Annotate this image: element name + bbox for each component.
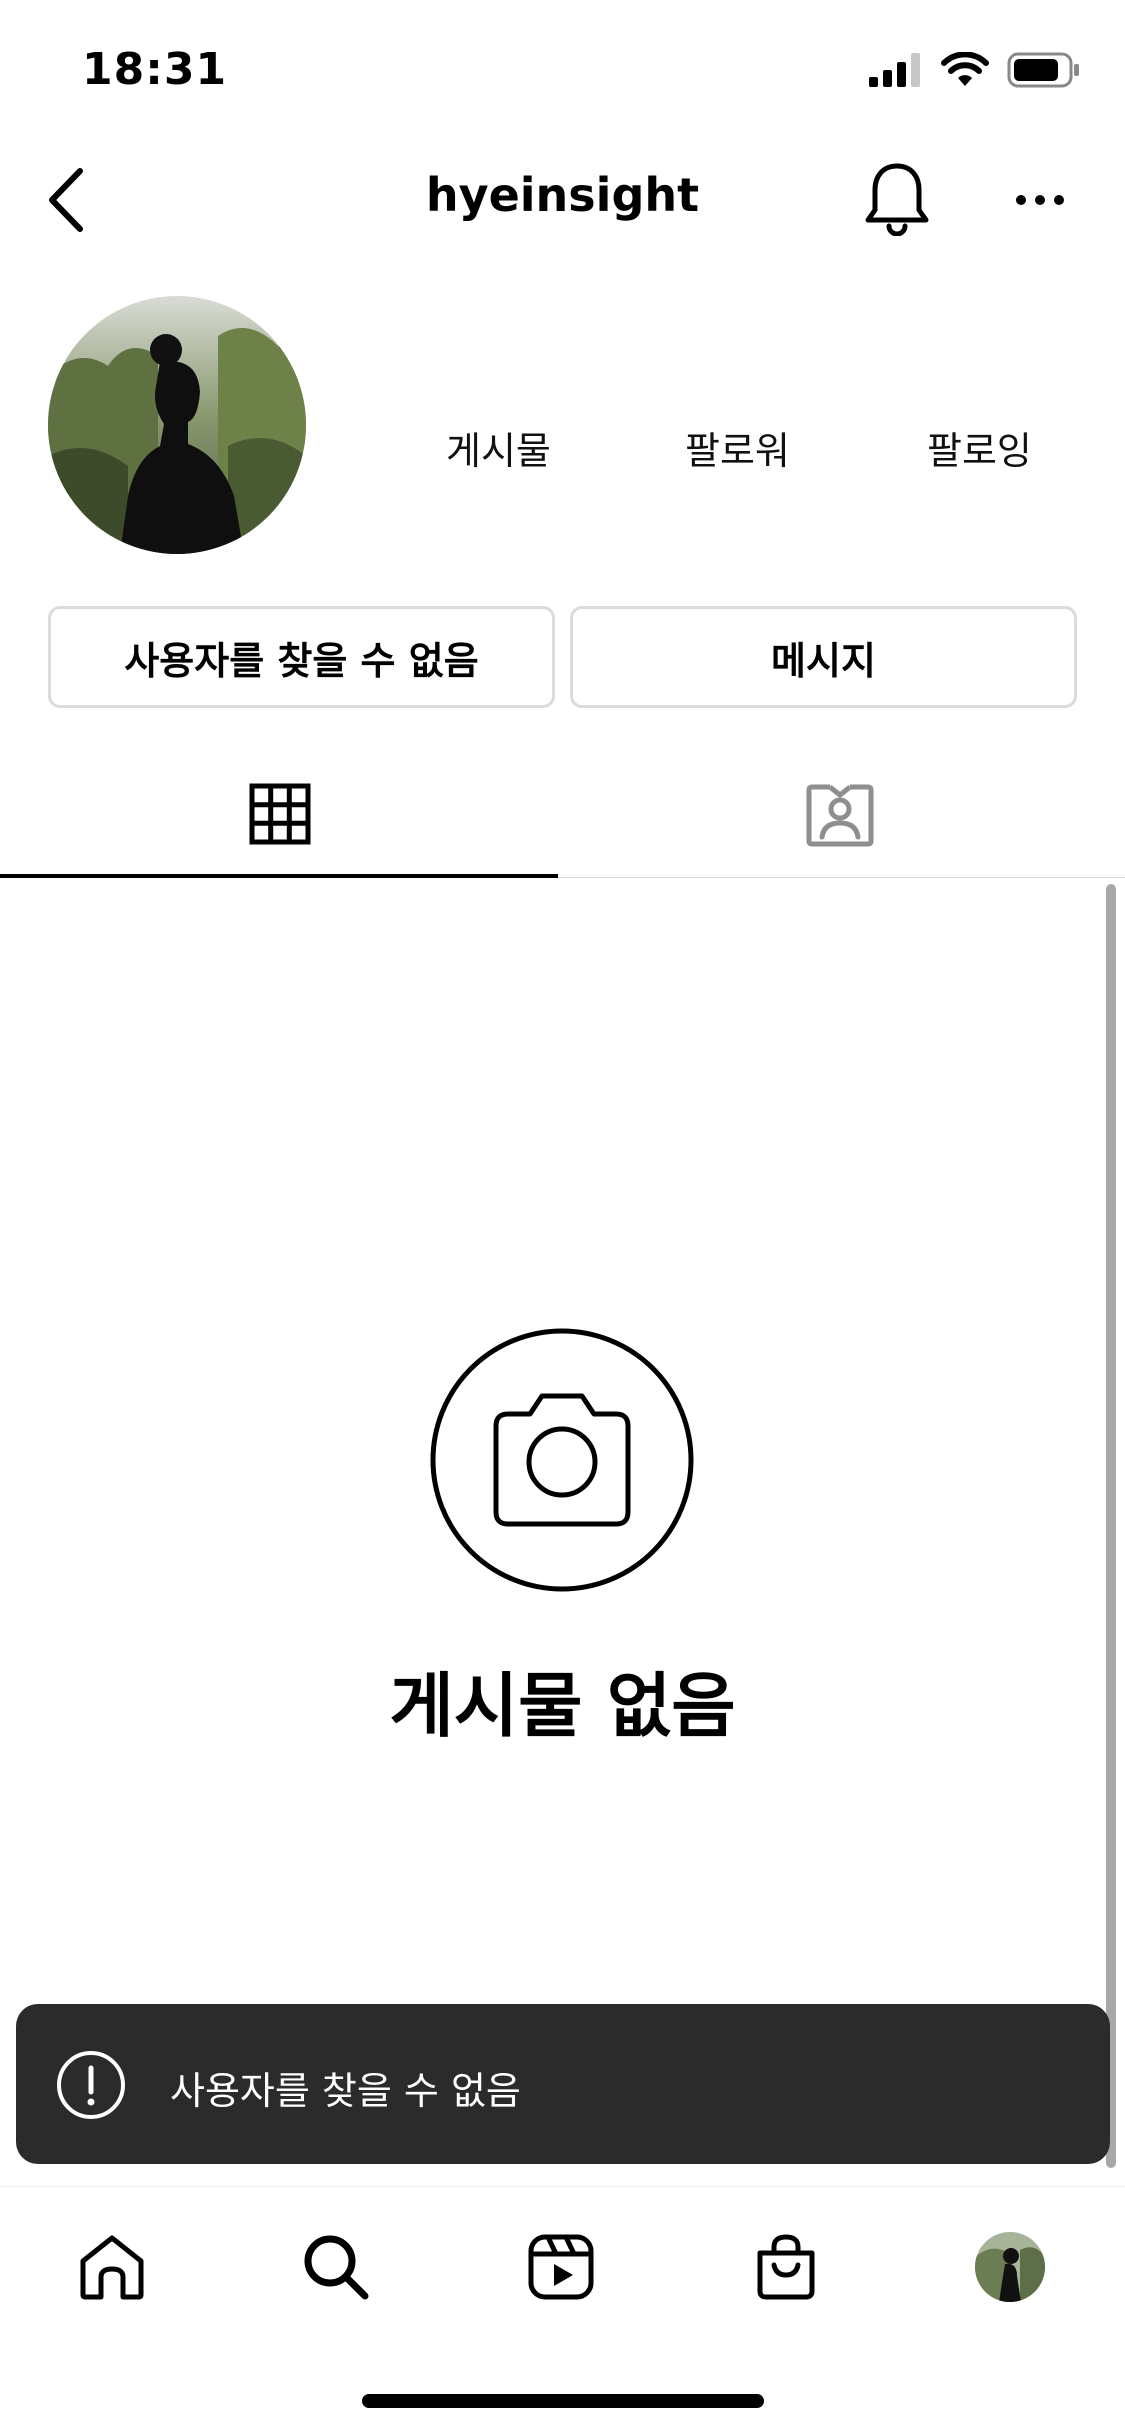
- profile-avatar[interactable]: [48, 296, 306, 554]
- nav-search[interactable]: [296, 2227, 376, 2307]
- error-toast[interactable]: 사용자를 찾을 수 없음: [16, 2004, 1110, 2164]
- camera-icon: [430, 1328, 694, 1592]
- selected-tab-indicator: [0, 874, 558, 878]
- home-indicator[interactable]: [362, 2394, 764, 2408]
- reels-icon: [528, 2234, 594, 2300]
- empty-state-title: 게시물 없음: [389, 1665, 736, 1747]
- status-icons: [869, 50, 1081, 90]
- notifications-button[interactable]: [862, 156, 932, 240]
- nav-home[interactable]: [72, 2227, 152, 2307]
- posts-stat-label[interactable]: 게시물: [446, 420, 551, 475]
- profile-stats: 게시물 팔로워 팔로잉: [400, 420, 1090, 490]
- wifi-icon: [941, 52, 989, 86]
- profile-tabs: [0, 750, 1125, 878]
- scrollbar[interactable]: [1106, 884, 1116, 2168]
- bottom-nav: [0, 2186, 1125, 2326]
- home-icon: [80, 2235, 144, 2300]
- tab-tagged[interactable]: [560, 750, 1120, 878]
- search-icon: [304, 2235, 369, 2300]
- nav-reels[interactable]: [521, 2227, 601, 2307]
- avatar-photo: [48, 296, 306, 554]
- message-button[interactable]: 메시지: [570, 606, 1077, 708]
- more-horizontal-icon: [1016, 195, 1064, 205]
- alert-circle-icon: [57, 2051, 125, 2119]
- profile-avatar-icon: [975, 2232, 1045, 2302]
- tab-posts-grid[interactable]: [0, 750, 560, 878]
- followers-stat-label[interactable]: 팔로워: [685, 420, 790, 475]
- profile-header: hyeinsight: [0, 150, 1125, 250]
- bell-icon: [865, 163, 929, 236]
- shop-bag-icon: [757, 2234, 815, 2300]
- more-options-button[interactable]: [1010, 170, 1070, 230]
- status-bar: 18:31: [0, 0, 1125, 140]
- tagged-person-icon: [806, 784, 874, 847]
- status-time: 18:31: [82, 44, 228, 95]
- grid-icon: [249, 783, 311, 845]
- user-not-found-button[interactable]: 사용자를 찾을 수 없음: [48, 606, 555, 708]
- nav-shop[interactable]: [746, 2227, 826, 2307]
- page-title: hyeinsight: [425, 168, 700, 222]
- cellular-signal-icon: [869, 53, 920, 87]
- following-stat-label[interactable]: 팔로잉: [927, 420, 1032, 475]
- toast-message: 사용자를 찾을 수 없음: [170, 2069, 521, 2113]
- battery-icon: [1007, 52, 1079, 88]
- nav-profile[interactable]: [970, 2227, 1050, 2307]
